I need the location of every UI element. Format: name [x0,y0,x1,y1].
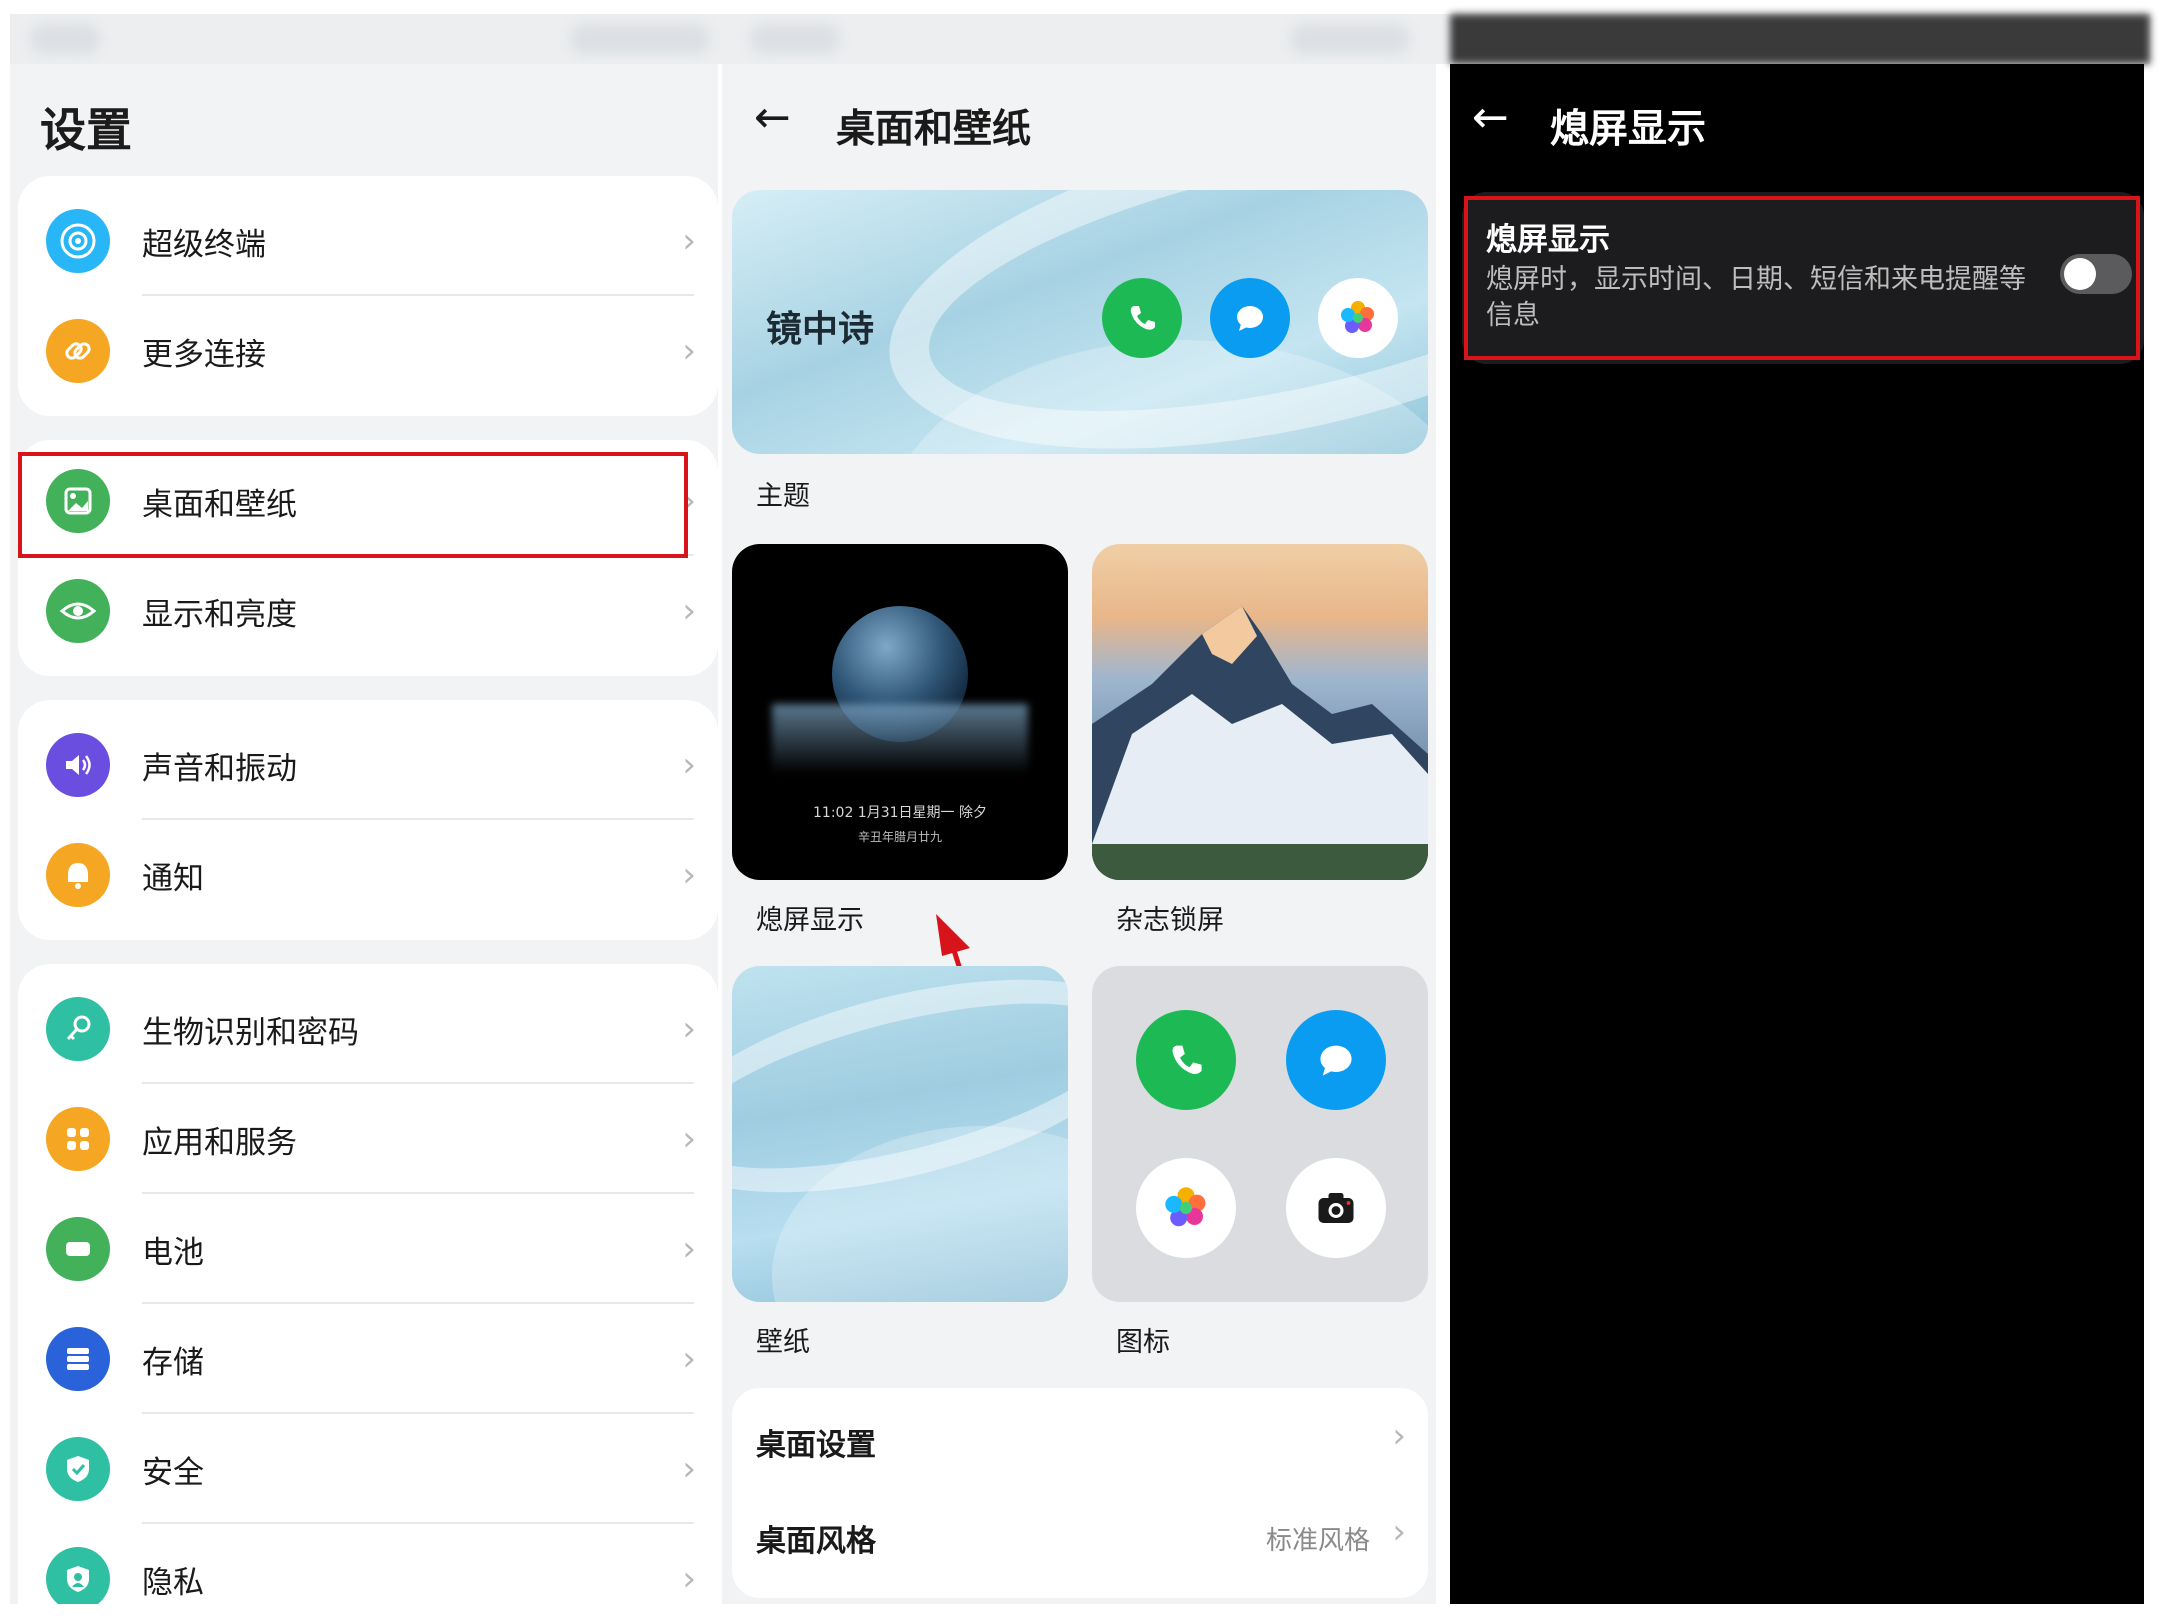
desktop-settings-label: 桌面设置 [756,1428,876,1463]
phone-icon [1102,278,1182,358]
apps-icon [46,1107,110,1171]
icons-tile[interactable] [1092,966,1428,1302]
settings-item-display-brightness[interactable]: 显示和亮度 › [18,556,718,666]
chevron-right-icon: › [682,1559,696,1599]
chevron-right-icon: › [682,1229,696,1269]
settings-item-label: 通知 [142,860,204,897]
desktop-style-label: 桌面风格 [756,1524,876,1559]
settings-item-label: 隐私 [142,1564,204,1601]
settings-card-system: 生物识别和密码 › 应用和服务 › 电池 › 存储 › 安全 › 隐私 › [18,964,718,1604]
settings-item-label: 显示和亮度 [142,596,297,633]
aod-time-text: 11:02 1月31日星期一 除夕 [813,805,987,821]
desktop-style-row[interactable]: 桌面风格 标准风格 › [732,1490,1428,1586]
chevron-right-icon: › [682,221,696,261]
phone-icon [1136,1010,1236,1110]
key-icon [46,997,110,1061]
speaker-icon [46,733,110,797]
chevron-right-icon: › [682,331,696,371]
shield-check-icon [46,1437,110,1501]
settings-item-security[interactable]: 安全 › [18,1414,718,1524]
chevron-right-icon: › [682,1339,696,1379]
settings-item-label: 安全 [142,1454,204,1491]
settings-card-connect: 超级终端 › 更多连接 › [18,176,718,416]
theme-caption: 主题 [756,481,810,512]
chevron-right-icon: › [682,745,696,785]
gallery-icon [1318,278,1398,358]
highlight-box [1464,196,2140,360]
desktop-style-value: 标准风格 [1265,1526,1370,1556]
wallpaper-caption: 壁纸 [756,1327,810,1358]
back-arrow-icon[interactable]: ← [754,92,791,143]
gallery-icon [1136,1158,1236,1258]
settings-item-label: 存储 [142,1344,204,1381]
settings-item-storage[interactable]: 存储 › [18,1304,718,1414]
storage-icon [46,1327,110,1391]
status-bar [10,14,2150,64]
desktop-settings-card: 桌面设置 › 桌面风格 标准风格 › [732,1388,1428,1598]
bell-icon [46,843,110,907]
settings-item-biometrics[interactable]: 生物识别和密码 › [18,974,718,1084]
link-icon [46,319,110,383]
aod-caption: 熄屏显示 [756,905,864,936]
settings-card-sound: 声音和振动 › 通知 › [18,700,718,940]
chevron-right-icon: › [682,1009,696,1049]
settings-item-battery[interactable]: 电池 › [18,1194,718,1304]
theme-card[interactable]: 镜中诗 [732,190,1428,454]
eye-icon [46,579,110,643]
settings-item-apps-services[interactable]: 应用和服务 › [18,1084,718,1194]
settings-item-more-connections[interactable]: 更多连接 › [18,296,718,406]
settings-item-label: 超级终端 [142,226,266,263]
chevron-right-icon: › [682,1119,696,1159]
desktop-settings-row[interactable]: 桌面设置 › [732,1394,1428,1490]
page-title: 熄屏显示 [1550,107,1707,152]
aod-tile[interactable]: 11:02 1月31日星期一 除夕 辛丑年腊月廿九 [732,544,1068,880]
magazine-caption: 杂志锁屏 [1116,905,1224,936]
message-icon [1286,1010,1386,1110]
settings-item-super-device[interactable]: 超级终端 › [18,186,718,296]
settings-item-label: 生物识别和密码 [142,1014,359,1051]
settings-panel: 设置 超级终端 › 更多连接 › 桌面和壁纸 › 显示和亮度 › 声音和振动 ›… [10,64,718,1604]
settings-item-label: 电池 [142,1234,204,1271]
camera-icon [1286,1158,1386,1258]
highlight-box [18,452,688,558]
privacy-icon [46,1547,110,1604]
page-title: 设置 [40,103,132,157]
chevron-right-icon: › [682,591,696,631]
aod-panel: ← 熄屏显示 熄屏显示 熄屏时，显示时间、日期、短信和来电提醒等信息 [1450,64,2144,1604]
back-arrow-icon[interactable]: ← [1472,92,1509,143]
settings-item-privacy[interactable]: 隐私 › [18,1524,718,1604]
message-icon [1210,278,1290,358]
chevron-right-icon: › [682,1449,696,1489]
theme-name: 镜中诗 [766,309,875,350]
page-title: 桌面和壁纸 [836,107,1032,152]
magazine-lockscreen-tile[interactable] [1092,544,1428,880]
settings-item-label: 更多连接 [142,336,266,373]
super-device-icon [46,209,110,273]
icons-caption: 图标 [1116,1327,1170,1358]
chevron-right-icon: › [1392,1512,1406,1552]
settings-item-sound-vibration[interactable]: 声音和振动 › [18,710,718,820]
chevron-right-icon: › [1392,1416,1406,1456]
chevron-right-icon: › [682,855,696,895]
settings-item-label: 声音和振动 [142,750,297,787]
battery-icon [46,1217,110,1281]
aod-lunar-text: 辛丑年腊月廿九 [857,830,942,844]
desktop-wallpaper-panel: ← 桌面和壁纸 镜中诗 主题 11:02 1月31日星期一 除夕 辛丑年腊月廿九… [722,64,1436,1604]
settings-item-notifications[interactable]: 通知 › [18,820,718,930]
wallpaper-tile[interactable] [732,966,1068,1302]
settings-item-label: 应用和服务 [142,1124,297,1161]
